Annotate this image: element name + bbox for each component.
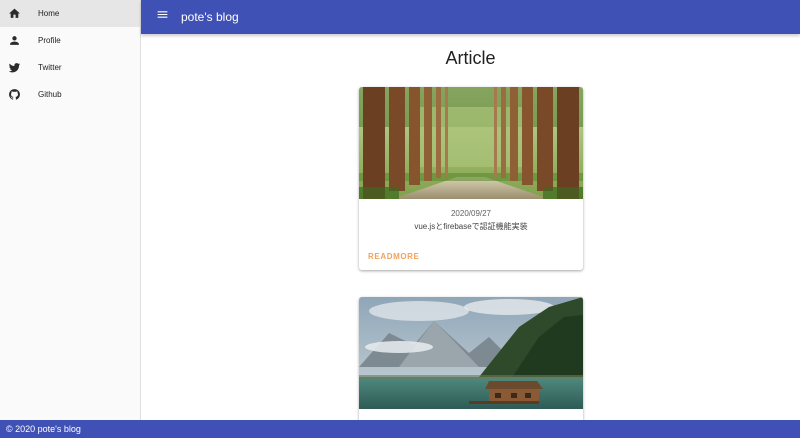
readmore-button[interactable]: READMORE <box>368 252 419 261</box>
twitter-icon <box>7 61 21 75</box>
sidebar-item-label: Home <box>38 9 60 18</box>
sidebar-item-home[interactable]: Home <box>0 0 140 27</box>
sidebar-item-profile[interactable]: Profile <box>0 27 140 54</box>
app-bar: pote's blog <box>141 0 800 34</box>
sidebar-item-label: Twitter <box>38 63 62 72</box>
footer: © 2020 pote's blog <box>0 420 800 438</box>
sidebar-item-twitter[interactable]: Twitter <box>0 54 140 81</box>
account-icon <box>7 34 21 48</box>
menu-icon <box>156 8 169 26</box>
article-title: vue.jsとfirebaseで認証機能実装 <box>414 222 528 231</box>
article-date: 2020/09/27 <box>450 209 492 218</box>
sidebar-item-github[interactable]: Github <box>0 81 140 108</box>
sidebar-item-label: Profile <box>38 36 61 45</box>
main-content: Article 2020/09/27 vue.jsとfirebaseで認証機能実… <box>141 34 800 420</box>
github-icon <box>7 88 21 102</box>
article-card <box>359 297 583 420</box>
forest-road-photo <box>359 87 583 199</box>
article-card: 2020/09/27 vue.jsとfirebaseで認証機能実装 READMO… <box>359 87 583 270</box>
home-icon <box>7 7 21 21</box>
sidebar-item-label: Github <box>38 90 62 99</box>
footer-copyright: © 2020 pote's blog <box>6 424 81 434</box>
mountain-lake-cabin-photo <box>359 297 583 409</box>
menu-button[interactable] <box>147 0 177 34</box>
page-title: Article <box>445 48 496 68</box>
app-title: pote's blog <box>181 10 239 24</box>
navigation-drawer: Home Profile Twitter Github <box>0 0 141 420</box>
